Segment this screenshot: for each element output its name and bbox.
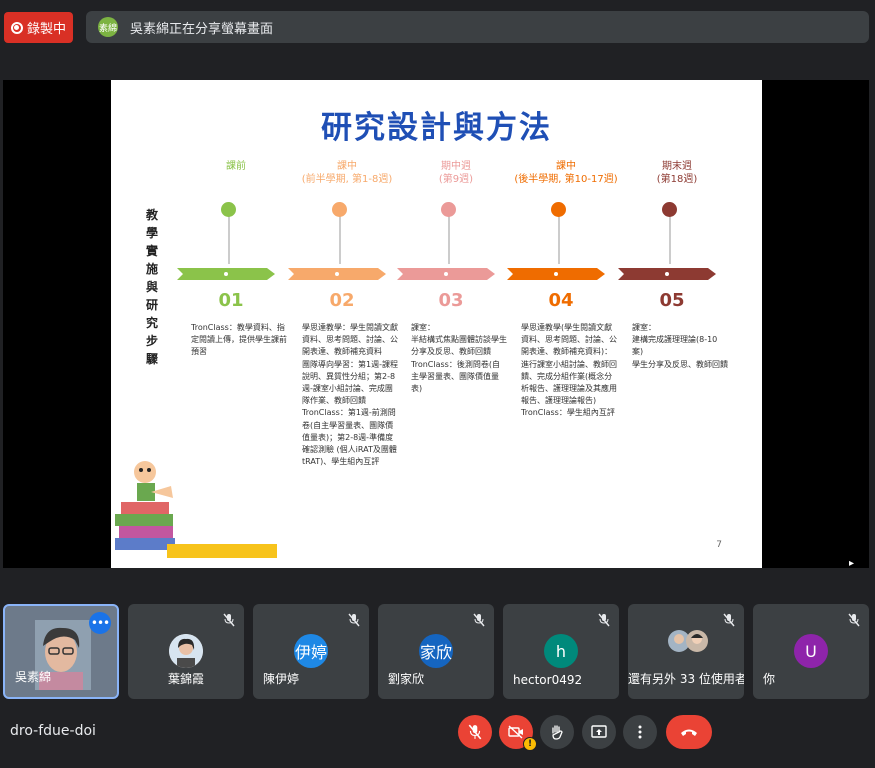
participant-tile-overflow[interactable]: 還有另外 33 位使用者 bbox=[628, 604, 744, 699]
raise-hand-button[interactable] bbox=[540, 715, 574, 749]
stage-description: 學思達教學(學生閱讀文獻資料、思考問題、討論、公開表達、教師補充資料)：進行課室… bbox=[521, 323, 617, 418]
stage-number: 02 bbox=[329, 290, 355, 311]
record-icon bbox=[10, 21, 23, 34]
participant-tile[interactable]: 伊婷 陳伊婷 bbox=[253, 604, 369, 699]
recording-indicator[interactable]: 錄製中 bbox=[4, 12, 73, 43]
hang-up-icon bbox=[681, 729, 697, 736]
stage-description: 學思達教學：學生閱讀文獻資料、思考問題、討論、公開表達、教師補充資料 團隊導向學… bbox=[302, 323, 398, 467]
participant-avatar: 家欣 bbox=[419, 634, 453, 668]
participant-name: 吳素綿 bbox=[15, 670, 52, 684]
timeline-stage: 課中 (後半學期, 第10-17週) 04 學思達教學(學生閱讀文獻資料、思考問題、… bbox=[507, 160, 621, 417]
stage-number: 01 bbox=[218, 290, 244, 311]
participant-name: 還有另外 33 位使用者 bbox=[628, 672, 744, 686]
mic-off-icon bbox=[468, 724, 482, 740]
stage-arrow bbox=[177, 268, 275, 280]
stage-phase-label: 課中 (前半學期, 第1-8週) bbox=[301, 161, 393, 185]
participant-tile-self-presenter[interactable]: ••• 吳素綿 bbox=[3, 604, 119, 699]
stage-number: 05 bbox=[659, 290, 685, 311]
stage-phase-label: 期中週 (第9週) bbox=[438, 161, 474, 185]
mic-off-icon bbox=[723, 613, 735, 627]
presenting-text: 吳素綿正在分享螢幕畫面 bbox=[130, 21, 274, 37]
stage-description: 課室： 建構完成護理理論(8-10案) 學生分享及反思、教師回饋 bbox=[632, 323, 728, 369]
stage-pin-dot bbox=[332, 202, 347, 217]
camera-toggle-button[interactable]: ! bbox=[499, 715, 537, 751]
slide-title: 研究設計與方法 bbox=[321, 110, 552, 146]
stage-pin-dot bbox=[221, 202, 236, 217]
mic-off-icon bbox=[848, 613, 860, 627]
presentation-slide: 研究設計與方法 教學實施與研究步驟 課前 01 TronClass：教學資料、指定閱… bbox=[111, 80, 762, 568]
stage-pin-dot bbox=[441, 202, 456, 217]
mic-off-icon bbox=[223, 613, 235, 627]
stage-pin-dot bbox=[551, 202, 566, 217]
more-options-button[interactable] bbox=[623, 715, 657, 749]
presenter-avatar: 素綿 bbox=[98, 17, 118, 37]
mic-off-icon bbox=[348, 613, 360, 627]
raise-hand-icon bbox=[552, 725, 563, 740]
stage-phase-label: 期末週 (第18週) bbox=[656, 161, 698, 185]
participant-group-avatars bbox=[668, 630, 708, 652]
slide-page-number: 7 bbox=[716, 540, 722, 550]
present-now-button[interactable] bbox=[582, 715, 616, 749]
participant-avatar: U bbox=[794, 634, 828, 668]
present-icon bbox=[591, 725, 607, 738]
recording-label: 錄製中 bbox=[26, 22, 66, 37]
slide-side-label: 教學實施與研究步驟 bbox=[145, 208, 158, 366]
mic-off-icon bbox=[473, 613, 485, 627]
stage-arrow bbox=[507, 268, 605, 280]
stage-number: 04 bbox=[548, 290, 574, 311]
stage-pin-dot bbox=[662, 202, 677, 217]
warning-badge: ! bbox=[523, 737, 537, 751]
participant-avatar: 伊婷 bbox=[294, 634, 328, 668]
participant-tile[interactable]: 葉錦霞 bbox=[128, 604, 244, 699]
timeline-stage: 課中 (前半學期, 第1-8週) 02 學思達教學：學生閱讀文獻資料、思考問題、討論… bbox=[288, 160, 402, 466]
leave-call-button[interactable] bbox=[666, 715, 712, 749]
more-options-icon bbox=[638, 725, 642, 739]
stage-description: TronClass：教學資料、指定閱讀上傳，提供學生課前預習 bbox=[191, 323, 287, 357]
mic-toggle-button[interactable] bbox=[458, 715, 492, 749]
participant-name: 葉錦霞 bbox=[167, 672, 204, 686]
mic-off-icon bbox=[598, 613, 610, 627]
stage-arrow bbox=[618, 268, 716, 280]
camera-off-icon bbox=[508, 725, 523, 739]
participant-tile-you[interactable]: U 你 bbox=[753, 604, 869, 699]
chevron-right-icon[interactable]: ▸ bbox=[849, 558, 859, 569]
participant-tile[interactable]: h hector0492 bbox=[503, 604, 619, 699]
participant-name: hector0492 bbox=[513, 673, 583, 687]
stage-phase-label: 課前 bbox=[226, 161, 246, 172]
stage-number: 03 bbox=[438, 290, 464, 311]
more-vert-icon[interactable]: ••• bbox=[89, 612, 111, 634]
stage-description: 課室： 半結構式焦點團體訪談學生分享及反思、教師回饋 TronClass：後測問… bbox=[411, 323, 507, 394]
participant-strip: ••• 吳素綿 葉錦霞 伊婷 陳伊婷 家欣 劉家欣 h hector0492 還… bbox=[3, 604, 873, 700]
participant-name: 陳伊婷 bbox=[263, 672, 300, 686]
participant-name: 你 bbox=[763, 672, 776, 686]
participant-tile[interactable]: 家欣 劉家欣 bbox=[378, 604, 494, 699]
timeline-stage: 課前 01 TronClass：教學資料、指定閱讀上傳，提供學生課前預習 bbox=[177, 160, 291, 356]
stage-arrow bbox=[288, 268, 386, 280]
shared-screen[interactable]: 研究設計與方法 教學實施與研究步驟 課前 01 TronClass：教學資料、指定閱… bbox=[3, 80, 869, 569]
presenting-banner: 素綿 吳素綿正在分享螢幕畫面 bbox=[86, 11, 869, 43]
timeline-stage: 期中週 (第9週) 03 課室： 半結構式焦點團體訪談學生分享及反思、教師回饋 Tr… bbox=[397, 160, 511, 393]
participant-name: 劉家欣 bbox=[388, 672, 425, 686]
stage-arrow bbox=[397, 268, 495, 280]
participant-avatar: h bbox=[544, 634, 578, 668]
meeting-code[interactable]: dro-fdue-doi bbox=[10, 723, 96, 739]
participant-photo bbox=[169, 634, 203, 668]
stage-phase-label: 課中 (後半學期, 第10-17週) bbox=[514, 161, 618, 185]
decorative-bar bbox=[167, 544, 277, 558]
timeline-stage: 期末週 (第18週) 05 課室： 建構完成護理理論(8-10案) 學生分享及反思、… bbox=[618, 160, 732, 369]
